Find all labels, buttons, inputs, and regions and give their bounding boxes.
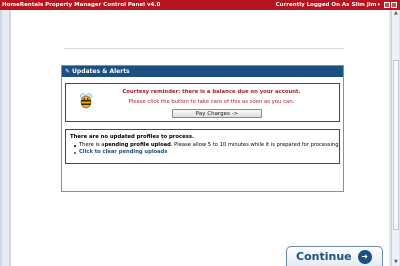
updates-alerts-panel: ✎ Updates & Alerts Courtesy reminder: th… — [61, 65, 344, 192]
balance-alert-title: Courtesy reminder: there is a balance du… — [122, 89, 301, 95]
close-button[interactable] — [391, 2, 397, 8]
list-item: There is a pending profile upload . Plea… — [70, 142, 340, 149]
user-area: Currently Logged On As Slim Jim ▾ — [276, 2, 397, 8]
panel-title: Updates & Alerts — [72, 68, 130, 75]
list-item: Click to clear pending uploads — [70, 149, 335, 156]
left-frame — [0, 10, 11, 266]
arrow-right-icon: ➜ — [357, 249, 372, 264]
scroll-down-icon[interactable]: ▼ — [394, 260, 398, 265]
bullet-icon — [74, 151, 76, 154]
continue-label: Continue — [296, 250, 352, 263]
divider — [64, 48, 344, 49]
bullet-icon — [74, 144, 76, 147]
profiles-alert-heading: There are no updated profiles to process… — [70, 134, 195, 140]
scrollbar-track[interactable]: ▲ ▼ — [391, 10, 399, 266]
balance-alert-subtitle: Please click the button to take care of … — [128, 99, 295, 105]
pin-icon: ✎ — [65, 67, 71, 75]
user-menu[interactable]: Slim Jim ▾ — [351, 2, 380, 8]
balance-alert: Courtesy reminder: there is a balance du… — [65, 83, 340, 122]
window-controls — [384, 2, 397, 8]
logged-in-label: Currently Logged On As — [275, 2, 350, 8]
main-content: ✎ Updates & Alerts Courtesy reminder: th… — [11, 10, 389, 266]
clear-pending-uploads-link[interactable]: Click to clear pending uploads — [79, 149, 167, 156]
scrollbar-thumb[interactable] — [393, 60, 399, 230]
chevron-down-icon: ▾ — [377, 2, 380, 8]
profiles-alert-list: There is a pending profile upload . Plea… — [70, 142, 340, 156]
app-title: HomeRentals Property Manager Control Pan… — [2, 2, 161, 8]
minimize-button[interactable] — [384, 2, 390, 8]
continue-button[interactable]: Continue ➜ — [286, 246, 383, 266]
pay-charges-button[interactable]: Pay Charges -> — [172, 109, 262, 118]
user-name: Slim Jim — [351, 2, 377, 8]
scroll-up-icon[interactable]: ▲ — [394, 11, 398, 16]
panel-header: ✎ Updates & Alerts — [62, 66, 343, 77]
pending-bold: pending profile upload — [104, 142, 171, 148]
pending-prefix: There is a — [79, 142, 105, 148]
profiles-alert: There are no updated profiles to process… — [65, 129, 340, 164]
scrollbar[interactable]: ▲ ▼ — [389, 10, 400, 266]
pending-suffix: . Please allow 5 to 10 minutes while it … — [170, 142, 341, 148]
title-bar: HomeRentals Property Manager Control Pan… — [0, 0, 400, 10]
